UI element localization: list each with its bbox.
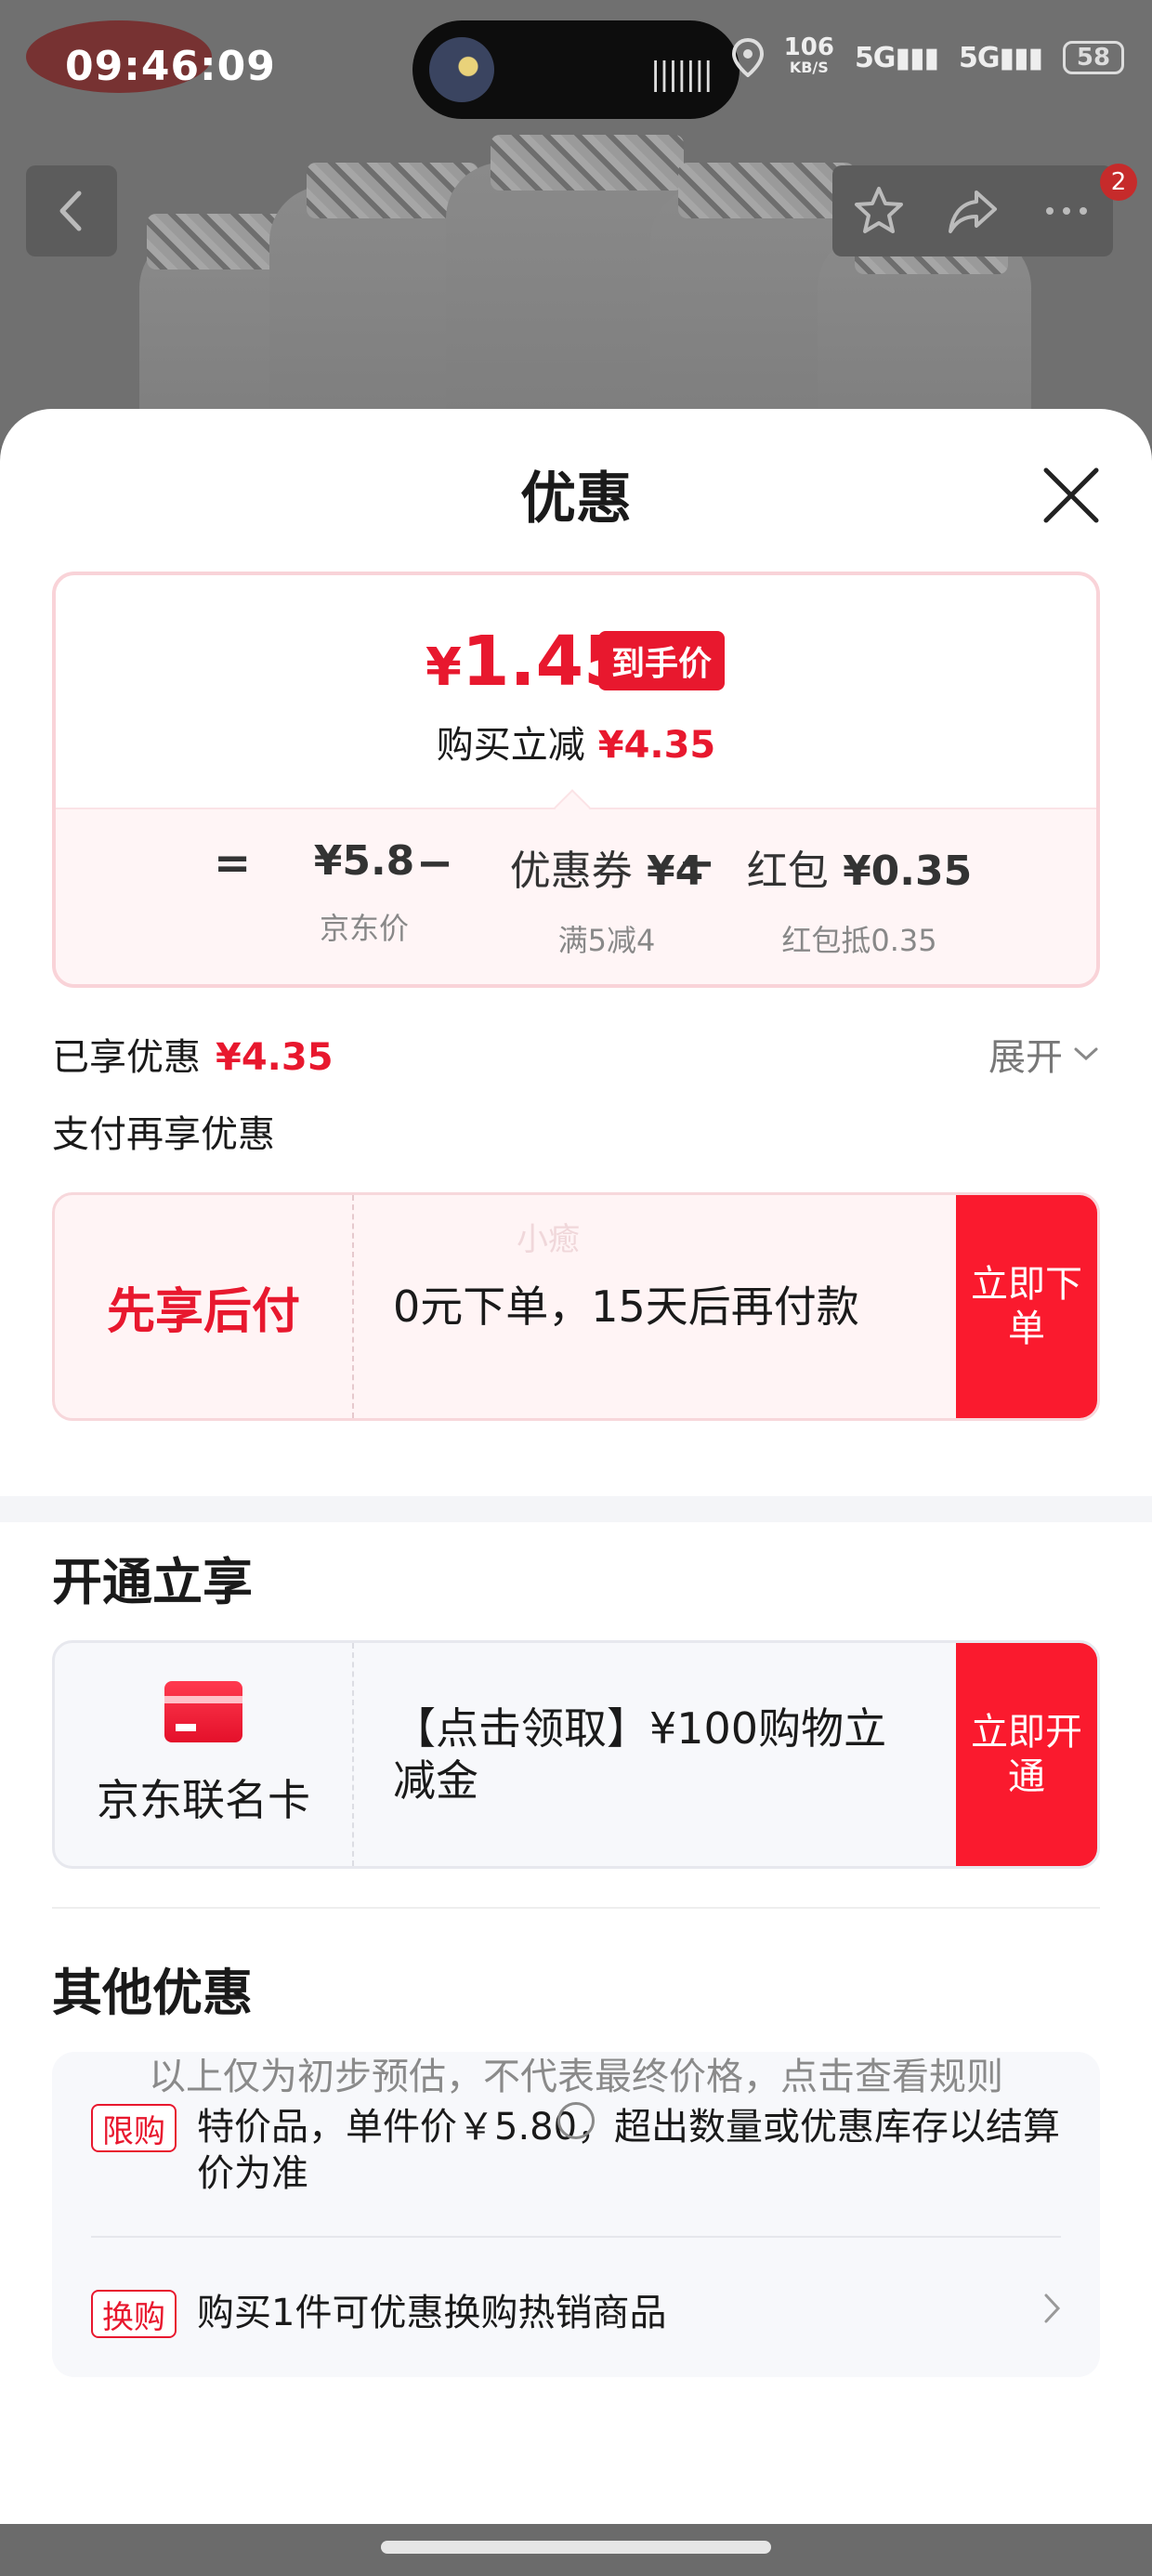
dynamic-island: |||||||: [412, 20, 740, 119]
red-packet-item: 红包 ¥0.35 红包抵0.35: [746, 848, 973, 958]
back-button[interactable]: [26, 165, 117, 256]
instant-discount: 购买立减 ¥4.35: [436, 724, 716, 767]
pay-later-title-section: 先享后付: [55, 1195, 354, 1418]
home-indicator[interactable]: [381, 2541, 771, 2554]
more-icon[interactable]: [1039, 183, 1094, 239]
divider-line: [52, 1907, 1100, 1909]
discount-sheet: 优惠 ¥1.45 到手价 购买立减 ¥4.35 = ¥5.8 京东价 − 优惠券 …: [0, 409, 1152, 2576]
minus-sign: −: [678, 837, 716, 889]
open-now-button[interactable]: 立即开通: [956, 1643, 1097, 1866]
media-artwork-icon: [429, 37, 494, 102]
status-time: 09:46:09: [65, 43, 276, 90]
info-icon[interactable]: [557, 2102, 595, 2139]
close-icon[interactable]: [1039, 463, 1104, 528]
audio-wave-icon: |||||||: [649, 56, 713, 93]
list-item-text: 购买1件可优惠换购热销商品: [197, 2292, 667, 2334]
limit-tag: 限购: [91, 2104, 177, 2152]
other-section-title: 其他优惠: [52, 1964, 253, 2022]
chevron-right-icon[interactable]: [1042, 2292, 1063, 2325]
co-branded-card-offer: 【点击领取】¥100购物立减金: [393, 1703, 887, 1806]
expand-button[interactable]: 展开: [988, 1027, 1100, 1081]
status-indicators: 106 KB/S 5G▮▮▮ 5G▮▮▮ 58: [731, 33, 1124, 78]
status-bar: 09:46:09 ||||||| 106 KB/S 5G▮▮▮ 5G▮▮▮ 58: [0, 0, 1152, 139]
other-offers-list: 限购 特价品，单件价￥5.80，超出数量或优惠库存以结算价为准 换购 购买1件可…: [52, 2052, 1100, 2377]
nav-actions: [832, 165, 1113, 256]
trade-in-item[interactable]: 换购 购买1件可优惠换购热销商品: [91, 2290, 1061, 2338]
sheet-title: 优惠: [520, 467, 632, 532]
section-divider: [0, 1496, 1152, 1522]
trade-in-tag: 换购: [91, 2290, 177, 2338]
signal-icon: 5G▮▮▮: [854, 41, 939, 74]
share-icon[interactable]: [945, 183, 1001, 239]
notification-badge: 2: [1100, 164, 1137, 201]
signal-icon: 5G▮▮▮: [958, 41, 1043, 74]
star-icon[interactable]: [851, 183, 907, 239]
price-equation: = ¥5.8 京东价 − 优惠券 ¥4 满5减4 − 红包 ¥0.35 红包抵0…: [56, 808, 1096, 984]
enjoyed-discount: 已享优惠 ¥4.35: [52, 1036, 334, 1079]
minus-sign: −: [416, 837, 454, 889]
pay-later-title: 先享后付: [106, 1283, 300, 1340]
battery-icon: 58: [1063, 41, 1124, 74]
co-branded-card-info: 京东联名卡: [55, 1643, 354, 1866]
price-disclaimer[interactable]: 以上仅为初步预估，不代表最终价格，点击查看规则: [0, 2046, 1152, 2100]
pay-later-description: 0元下单，15天后再付款: [393, 1281, 859, 1332]
bottle-cap-image: [491, 135, 684, 191]
price-breakdown-card: ¥1.45 到手价 购买立减 ¥4.35 = ¥5.8 京东价 − 优惠券 ¥4 …: [52, 572, 1100, 988]
open-section-title: 开通立享: [52, 1553, 253, 1611]
divider-line: [91, 2236, 1061, 2238]
location-icon: [731, 38, 764, 77]
final-price-section: ¥1.45 到手价 购买立减 ¥4.35: [56, 575, 1096, 808]
order-now-button[interactable]: 立即下单: [956, 1195, 1097, 1418]
co-branded-card-name: 京东联名卡: [97, 1775, 310, 1825]
chevron-down-icon: [1074, 1047, 1098, 1061]
co-branded-card[interactable]: 京东联名卡 【点击领取】¥100购物立减金 立即开通: [52, 1640, 1100, 1869]
equals-sign: =: [214, 837, 252, 889]
network-speed: 106 KB/S: [783, 33, 834, 76]
credit-card-icon: [164, 1681, 242, 1742]
final-price-tag: 到手价: [598, 631, 726, 690]
pay-more-label: 支付再享优惠: [52, 1113, 275, 1156]
chevron-left-icon: [59, 191, 82, 231]
bottle-cap-image: [678, 163, 855, 218]
watermark: 小癒: [517, 1221, 580, 1258]
list-item-text: 特价品，单件价￥5.80，超出数量或优惠库存以结算价为准: [197, 2106, 1061, 2195]
